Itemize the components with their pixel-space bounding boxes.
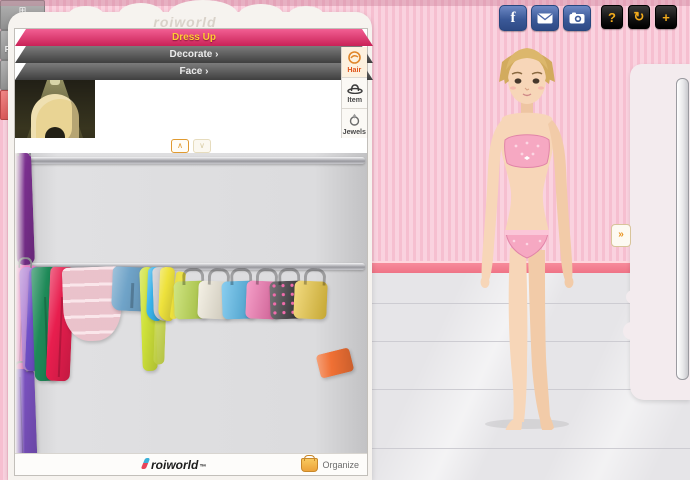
tab-label: Decorate › [169,49,219,60]
scroll-up-button[interactable]: ∧ [171,138,189,153]
garment-yellow-socks[interactable] [157,266,176,322]
roiworld-footer-logo: roiworld ™ [140,457,207,472]
email-icon [537,12,553,23]
bag-yellow-quilted[interactable] [293,280,328,320]
email-button[interactable] [531,5,559,31]
footer-logo-text: roiworld [151,457,199,472]
lamp-icon [50,80,60,85]
game-stage: » f ? ↻ + ⊞ roiworld Dress Up Decorate ›… [0,0,690,480]
bag-orange-clutch[interactable] [315,347,355,379]
facebook-icon: f [510,9,516,26]
category-hair[interactable]: Hair [342,47,367,78]
category-jewels[interactable]: Jewels [342,109,367,139]
category-label: Jewels [342,126,367,136]
trademark-symbol: ™ [199,463,207,471]
tab-label: Face › [179,66,209,77]
right-side-panel: » [611,64,690,400]
refresh-icon: ↻ [633,9,645,24]
doll-model [480,48,574,430]
camera-button[interactable] [563,5,591,31]
panel-scallop [626,290,640,304]
closet-area [15,153,367,453]
tab-face[interactable]: Face › [15,63,373,80]
chevron-up-icon: ∧ [177,140,183,150]
add-button[interactable]: + [655,5,677,29]
hair-icon [348,50,361,64]
category-column: Hair Item Jewels [341,47,367,138]
help-icon-bar: ? ↻ + [601,5,677,29]
category-label: Hair [347,64,362,74]
question-icon: ? [608,9,616,25]
organize-button[interactable]: Organize [301,454,359,472]
garment-purple-cardigan[interactable] [15,153,35,266]
hat-icon [346,83,363,94]
panel-expand-button[interactable]: » [611,224,631,247]
camera-icon [569,12,585,24]
facebook-button[interactable]: f [499,5,527,31]
wardrobe-frame: Dress Up Decorate › Face › Hair Item Jew… [14,28,368,476]
tab-label: Dress Up [172,32,216,43]
panel-scallop [623,322,641,340]
plus-icon: + [662,9,670,25]
social-icon-bar: f [499,5,591,31]
help-button[interactable]: ? [601,5,623,29]
roiworld-slash-icon [140,457,151,469]
side-panel-scrollbar[interactable] [676,78,689,380]
reload-help-button[interactable]: ↻ [628,5,650,29]
organize-label: Organize [322,459,359,470]
tab-dress-up[interactable]: Dress Up [15,29,373,46]
scroll-down-button[interactable]: ∨ [193,138,211,153]
ring-icon [349,113,360,126]
category-label: Item [347,94,362,104]
scroll-arrow-row: ∧ ∨ [15,138,367,153]
game-panel: roiworld Dress Up Decorate › Face › Hair… [8,0,372,480]
frame-footer: roiworld ™ Organize [15,453,367,475]
tab-decorate[interactable]: Decorate › [15,46,373,63]
garment-violet-jacket[interactable] [15,368,38,453]
organize-basket-icon [301,454,319,472]
category-item[interactable]: Item [342,78,367,109]
closet-rail-top [17,157,365,164]
floorboard-line [360,448,690,449]
double-chevron-icon: » [618,229,624,240]
closet-middle-rail-items [19,266,363,382]
chevron-down-icon: ∨ [199,140,205,150]
